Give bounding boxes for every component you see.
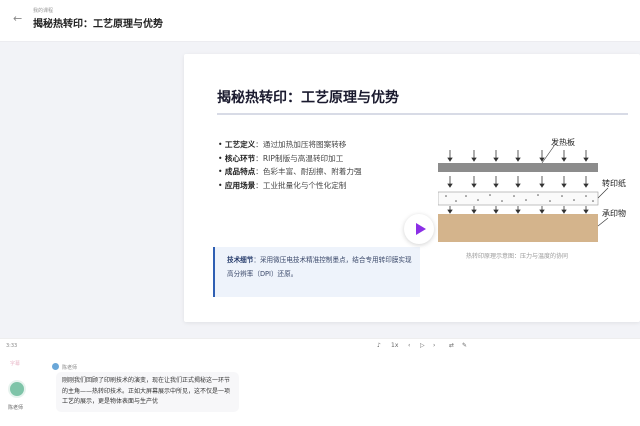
label-transfer-paper: 转印纸 [602, 178, 626, 188]
teacher-name: 陈老师 [8, 405, 24, 411]
label-substrate: 承印物 [602, 208, 626, 218]
bullet-item: • 应用场景：工业批量化与个性化定制 [218, 180, 347, 190]
heat-plate [438, 163, 598, 172]
message-bubble: 刚刚我们回顾了印刷技术的演变，现在让我们正式揭秘这一环节的主角——热转印技术。正… [56, 372, 239, 412]
substrate [438, 214, 598, 242]
bullet-list: • 工艺定义：通过加热加压将图案转移 • 核心环节：RIP制版与高温转印加工 •… [218, 138, 428, 192]
elapsed-time: 3:33 [6, 343, 18, 349]
speaker-avatar [52, 363, 59, 370]
bullet-item: • 工艺定义：通过加热加压将图案转移 [218, 140, 347, 149]
pressure-arrows-low [447, 206, 589, 214]
speed-button[interactable]: 1x [391, 342, 398, 350]
replay-icon[interactable]: ▷ [420, 342, 425, 350]
transfer-paper [438, 191, 599, 206]
note-term: 技术细节 [227, 256, 254, 264]
teacher-avatar [8, 380, 26, 398]
back-arrow-icon[interactable]: ← [13, 12, 27, 26]
slide: 揭秘热转印：工艺原理与优势 • 工艺定义：通过加热加压将图案转移 • 核心环节：… [184, 54, 640, 322]
transcript-panel: 字幕 陈老师 陈老师 刚刚我们回顾了印刷技术的演变，现在让我们正式揭秘这一环节的… [0, 354, 640, 426]
next-icon[interactable]: › [433, 342, 435, 350]
slide-stage: 揭秘热转印：工艺原理与优势 • 工艺定义：通过加热加压将图案转移 • 核心环节：… [0, 42, 640, 338]
label-heat-plate: 发热板 [551, 137, 575, 147]
play-button[interactable] [404, 214, 434, 244]
loop-icon[interactable]: ⇄ [449, 342, 454, 350]
volume-icon[interactable]: ♪ [377, 342, 381, 350]
subtitle-toggle[interactable]: 字幕 [10, 360, 20, 367]
speaker-name: 陈老师 [62, 365, 78, 371]
edit-icon[interactable]: ✎ [462, 342, 467, 350]
slide-title: 揭秘热转印：工艺原理与优势 [217, 90, 399, 106]
page-title: 揭秘热转印：工艺原理与优势 [33, 19, 163, 30]
note-text: ：采用微压电技术精准控制墨点，结合专用转印膜实现高分辨率（DPI）还原。 [227, 256, 412, 278]
heat-transfer-diagram: 发热板 转印纸 承印物 [438, 137, 626, 242]
pressure-arrows-top [447, 150, 589, 162]
message-text: 刚刚我们回顾了印刷技术的演变，现在让我们正式揭秘这一环节的主角——热转印技术。正… [62, 377, 231, 405]
title-divider [217, 113, 628, 115]
technical-note: 技术细节：采用微压电技术精准控制墨点，结合专用转印膜实现高分辨率（DPI）还原。 [213, 247, 420, 297]
previous-icon[interactable]: ‹ [408, 342, 410, 350]
breadcrumb[interactable]: 我的课程 [33, 7, 53, 14]
player-controls: 3:33 ♪ 1x ‹ ▷ › ⇄ ✎ [0, 338, 640, 354]
bullet-item: • 核心环节：RIP制版与高温转印加工 [218, 153, 344, 163]
top-header: ← 我的课程 揭秘热转印：工艺原理与优势 [0, 0, 640, 42]
pressure-arrows-mid [447, 176, 589, 188]
bullet-item: • 成品特点：色彩丰富、耐刮擦、附着力强 [218, 167, 362, 176]
diagram-caption: 热转印原理示意图：压力与温度的协同 [466, 253, 569, 260]
